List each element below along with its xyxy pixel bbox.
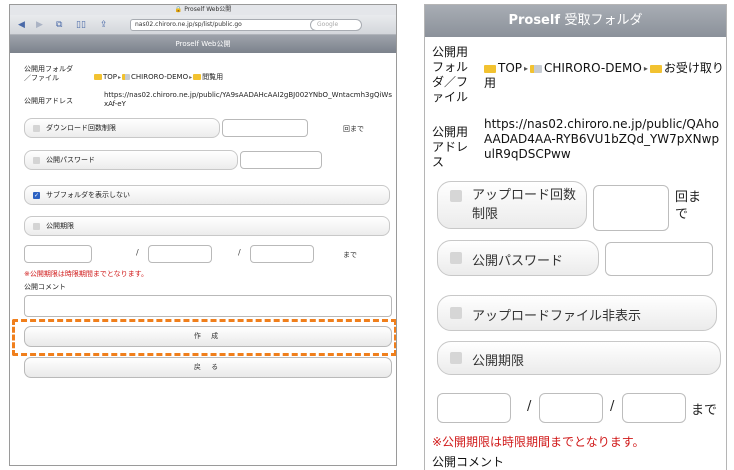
comment-label: 公開コメント [432, 455, 505, 469]
comment-input[interactable] [24, 295, 392, 317]
password-label: 公開パスワード [472, 254, 564, 269]
download-limit-toggle[interactable]: ダウンロード回数制限 [24, 118, 220, 138]
period-label: 公開期限 [46, 222, 74, 230]
browser-toolbar: ◀ ▶ ⧉ ▯▯ ⇪ nas02.chiroro.ne.jp/sp/list/p… [10, 15, 396, 35]
checkbox-icon[interactable] [33, 156, 40, 164]
period-month-input[interactable] [148, 245, 212, 263]
folder-icon [94, 74, 102, 80]
password-input[interactable] [240, 151, 322, 169]
back-arrow-icon[interactable]: ◀ [18, 19, 25, 31]
checkbox-icon[interactable] [450, 190, 462, 202]
breadcrumb-separator-icon: ▸ [524, 64, 529, 73]
times-suffix: 回まで [675, 190, 702, 222]
period-month-input[interactable] [539, 393, 603, 423]
password-input[interactable] [605, 242, 713, 276]
date-separator: / [238, 248, 241, 257]
breadcrumb: TOP▸ CHIRORO-DEMO▸ 閲覧用 [94, 73, 223, 82]
period-day-input[interactable] [622, 393, 686, 423]
page-title: Proself 受取フォルダ [425, 5, 726, 37]
tabs-icon[interactable]: ⧉ [56, 19, 62, 31]
back-button[interactable]: 戻 る [24, 357, 392, 378]
checkbox-icon[interactable] [450, 252, 462, 264]
until-label: まで [343, 251, 357, 259]
times-suffix: 回まで [343, 125, 364, 133]
browser-status-bar: 🔒 Proself Web公開 [10, 5, 396, 15]
period-label: 公開期限 [472, 354, 525, 369]
checkbox-icon[interactable] [450, 307, 462, 319]
period-day-input[interactable] [250, 245, 314, 263]
breadcrumb: TOP ▸ CHIRORO-DEMO ▸ お受け取り用 [484, 61, 724, 91]
folder-icon [122, 74, 131, 80]
period-year-input[interactable] [24, 245, 92, 263]
page-title-app: Proself [508, 13, 560, 28]
period-toggle[interactable]: 公開期限 [437, 341, 721, 375]
upload-limit-toggle[interactable]: アップロード回数制限 [437, 181, 587, 229]
public-address-value: https://nas02.chiroro.ne.jp/public/YA9sA… [104, 91, 392, 108]
tablet-screenshot: 🔒 Proself Web公開 ◀ ▶ ⧉ ▯▯ ⇪ nas02.chiroro.… [9, 4, 397, 466]
period-toggle[interactable]: 公開期限 [24, 216, 390, 236]
folder-icon [649, 64, 662, 73]
checkbox-icon[interactable] [33, 222, 40, 230]
upload-limit-label: アップロード回数制限 [472, 188, 577, 222]
bookmarks-icon[interactable]: ▯▯ [76, 19, 86, 31]
password-toggle[interactable]: 公開パスワード [24, 150, 238, 170]
checkbox-icon[interactable] [33, 124, 40, 132]
breadcrumb-item[interactable]: TOP [103, 73, 117, 81]
breadcrumb-item[interactable]: CHIRORO-DEMO [544, 61, 642, 75]
date-separator: / [610, 399, 615, 414]
hide-upload-label: アップロードファイル非表示 [472, 309, 642, 324]
password-label: 公開パスワード [46, 156, 95, 164]
page-title-sub: 受取フォルダ [564, 13, 643, 28]
address-bar[interactable]: nas02.chiroro.ne.jp/sp/list/public.go ↻ [130, 19, 340, 31]
checkbox-checked-icon[interactable]: ✓ [33, 191, 40, 199]
checkbox-icon[interactable] [450, 352, 462, 364]
folder-icon [484, 64, 496, 73]
hide-subfolder-label: サブフォルダを表示しない [46, 191, 130, 199]
comment-label: 公開コメント [24, 283, 66, 291]
until-label: まで [691, 403, 718, 418]
folder-label: 公開用フォルダ／ファイル [432, 45, 469, 104]
download-limit-label: ダウンロード回数制限 [46, 124, 116, 132]
date-separator: / [136, 248, 139, 257]
create-button-highlight [12, 319, 396, 356]
folder-icon [530, 64, 543, 73]
breadcrumb-separator-icon: ▸ [118, 74, 122, 81]
address-label: 公開用アドレス [432, 125, 469, 169]
folder-icon [193, 74, 202, 80]
page-title: Proself Web公開 [10, 35, 396, 53]
period-year-input[interactable] [437, 393, 511, 423]
share-icon[interactable]: ⇪ [100, 19, 108, 31]
phone-screenshot: Proself 受取フォルダ 公開用フォルダ／ファイル TOP ▸ CHIRORO-… [424, 4, 727, 470]
breadcrumb-separator-icon: ▸ [189, 74, 193, 81]
folder-label: 公開用フォルダ／ファイル [24, 65, 73, 82]
address-label: 公開用アドレス [24, 97, 73, 105]
breadcrumb-item[interactable]: CHIRORO-DEMO [131, 73, 188, 81]
breadcrumb-item: 閲覧用 [202, 73, 224, 81]
breadcrumb-separator-icon: ▸ [643, 64, 648, 73]
period-note: ※公開期限は時限期間までとなります。 [24, 270, 148, 278]
download-limit-input[interactable] [222, 119, 308, 137]
lock-icon: 🔒 [174, 6, 183, 13]
address-bar-url: nas02.chiroro.ne.jp/sp/list/public.go [135, 21, 242, 28]
search-field[interactable]: Google [310, 19, 362, 31]
breadcrumb-item[interactable]: TOP [498, 61, 522, 75]
password-toggle[interactable]: 公開パスワード [437, 240, 599, 276]
upload-limit-input[interactable] [593, 185, 669, 231]
public-address-value: https://nas02.chiroro.ne.jp/public/QAhoA… [484, 117, 720, 161]
date-separator: / [527, 399, 532, 414]
hide-upload-toggle[interactable]: アップロードファイル非表示 [437, 295, 717, 331]
browser-status-title: Proself Web公開 [184, 6, 232, 13]
hide-subfolder-toggle[interactable]: ✓ サブフォルダを表示しない [24, 185, 390, 205]
forward-arrow-icon[interactable]: ▶ [36, 19, 43, 31]
period-note: ※公開期限は時限期間までとなります。 [432, 435, 645, 449]
